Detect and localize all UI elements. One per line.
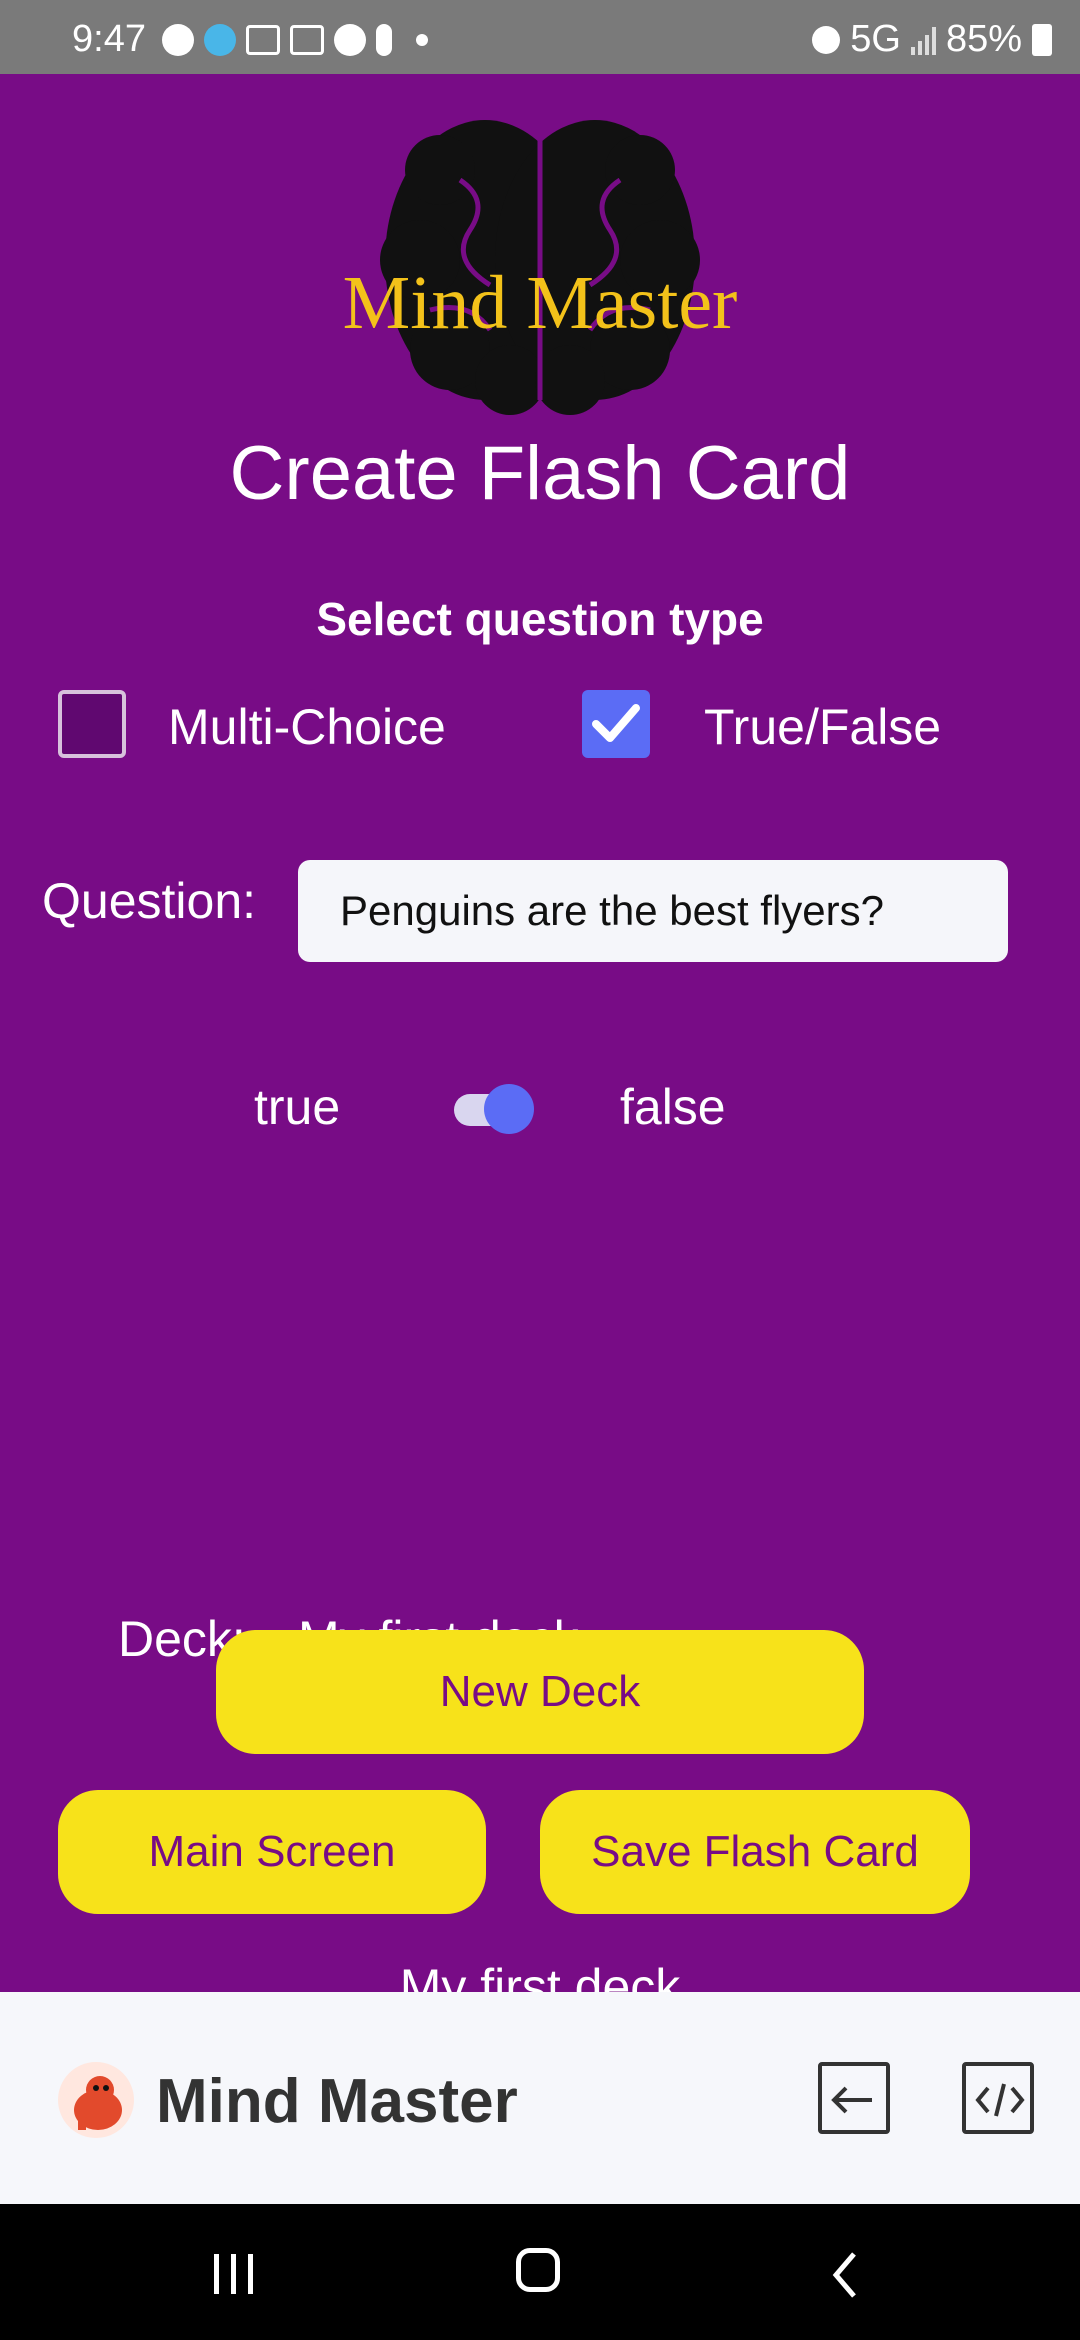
status-right: 5G 85%	[812, 18, 1052, 61]
question-type-label: Select question type	[316, 593, 764, 645]
network-label: 5G	[850, 18, 901, 60]
page-title: Create Flash Card	[229, 431, 851, 516]
deck-footer-text: My first deck	[399, 1959, 681, 1992]
app-content: Mind Master Create Flash Card Select que…	[0, 74, 1080, 1992]
checkmark-icon	[592, 704, 640, 742]
true-label: true	[254, 1079, 341, 1135]
alarm-icon	[812, 25, 841, 54]
figure-icon	[376, 24, 392, 56]
heart-icon	[334, 24, 366, 56]
battery-icon	[1032, 23, 1052, 56]
system-nav-bar	[0, 2204, 1080, 2340]
voicemail-icon	[246, 25, 280, 55]
false-label: false	[620, 1079, 726, 1135]
multi-choice-checkbox[interactable]	[58, 690, 126, 758]
exit-button[interactable]	[818, 2062, 890, 2134]
true-false-checkbox[interactable]	[582, 690, 650, 758]
true-false-label: True/False	[704, 699, 942, 755]
status-time: 9:47	[72, 18, 146, 60]
question-input[interactable]: Penguins are the best flyers?	[298, 860, 1008, 962]
signal-icon	[910, 25, 936, 55]
answer-switch-thumb[interactable]	[484, 1084, 534, 1134]
multi-choice-label: Multi-Choice	[168, 699, 446, 755]
code-button[interactable]	[962, 2062, 1034, 2134]
exit-icon	[831, 2086, 872, 2114]
code-icon	[975, 2083, 1025, 2117]
back-icon	[832, 2252, 856, 2298]
save-flash-card-button[interactable]: Save Flash Card	[540, 1790, 970, 1914]
logo-text: Mind Master	[342, 261, 738, 345]
question-label: Question:	[42, 873, 257, 929]
app-name: Mind Master	[156, 2067, 518, 2136]
mascot-icon	[74, 2076, 122, 2130]
more-dot-icon	[416, 34, 428, 46]
main-screen-button[interactable]: Main Screen	[58, 1790, 486, 1914]
account-icon	[162, 24, 194, 56]
notification-icons	[162, 24, 428, 56]
recents-button[interactable]	[214, 2254, 253, 2294]
status-bar: 9:47 5G 85%	[0, 0, 1080, 74]
bottom-app-bar: Mind Master	[0, 1992, 1080, 2204]
gmail-icon	[290, 25, 324, 55]
new-deck-button[interactable]: New Deck	[216, 1630, 864, 1754]
location-icon	[204, 24, 236, 56]
app-avatar	[58, 2062, 134, 2138]
home-button[interactable]	[516, 2248, 560, 2292]
back-button[interactable]	[830, 2250, 860, 2305]
battery-percent: 85%	[945, 18, 1022, 60]
brain-logo: Mind Master	[310, 110, 770, 420]
